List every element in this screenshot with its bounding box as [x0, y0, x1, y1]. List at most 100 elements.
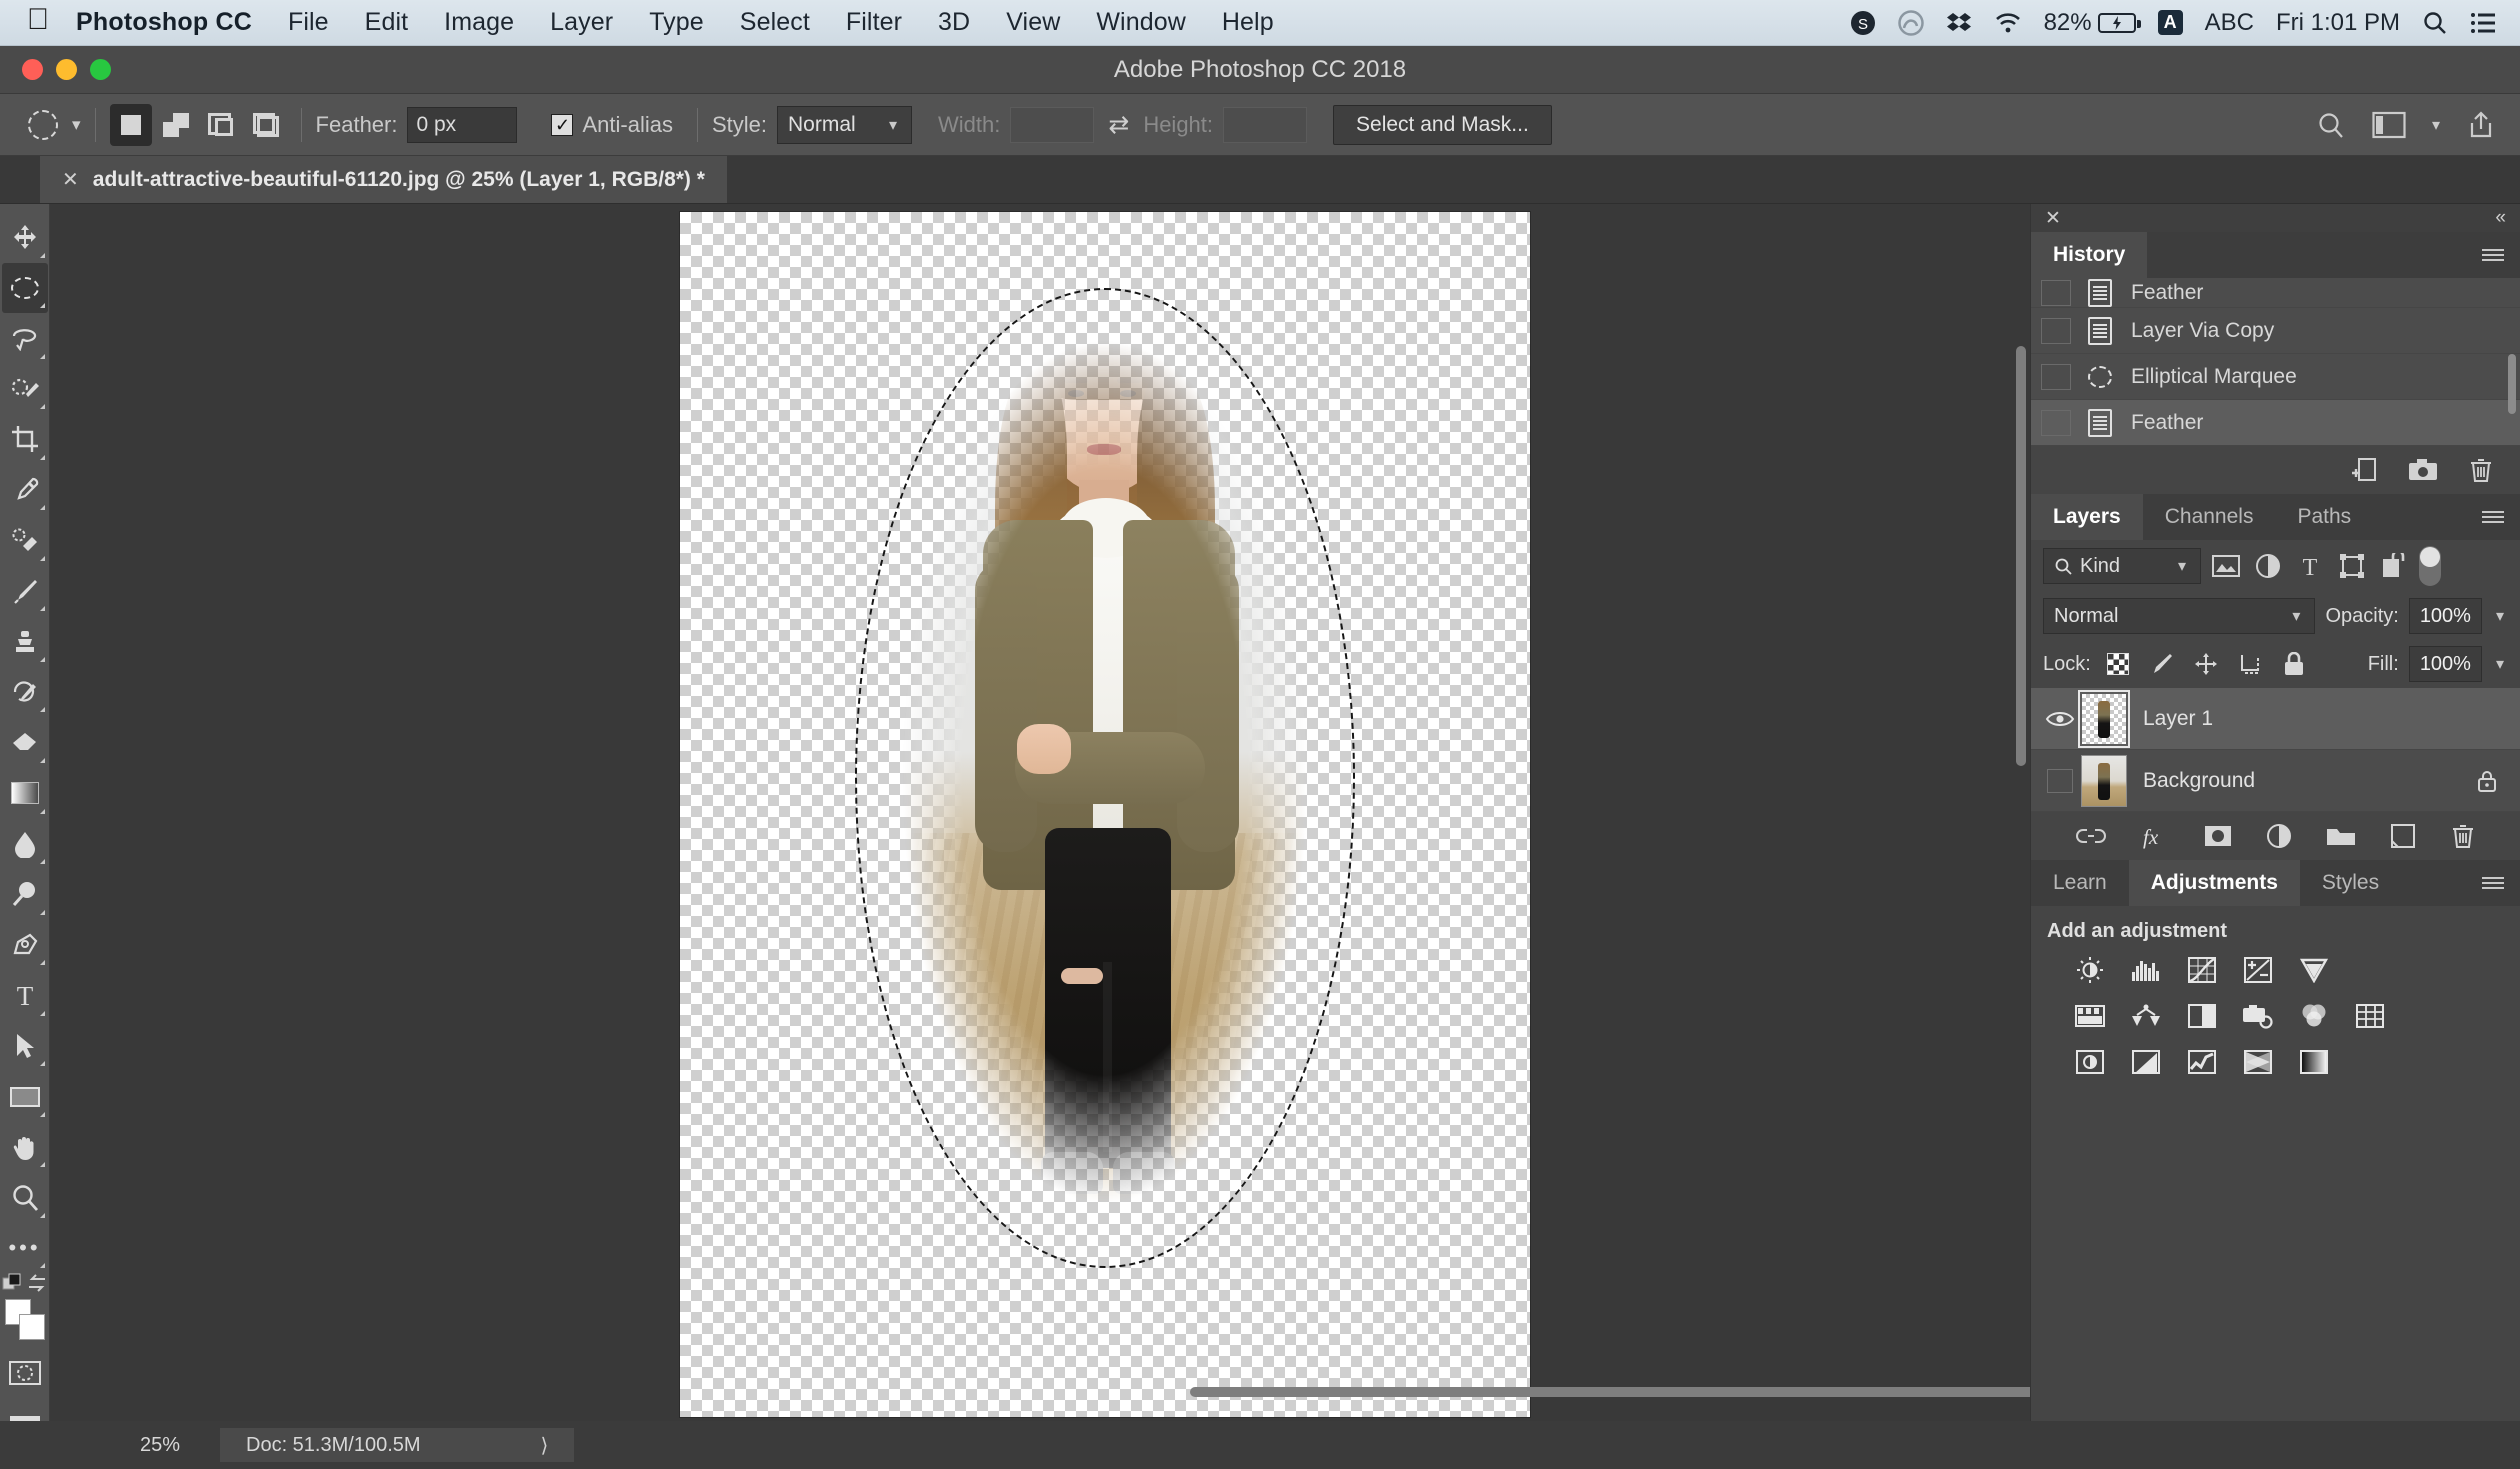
menubar-item-select[interactable]: Select — [740, 8, 810, 37]
layers-list[interactable]: Layer 1 Background — [2031, 688, 2520, 812]
quick-mask-button[interactable] — [2, 1348, 48, 1399]
layer-filter-enable-toggle[interactable] — [2419, 546, 2441, 586]
gradient-map-icon[interactable] — [2241, 1047, 2275, 1077]
wifi-icon[interactable] — [1994, 12, 2022, 34]
hue-saturation-icon[interactable] — [2073, 1001, 2107, 1031]
close-window-button[interactable] — [22, 59, 43, 80]
exposure-icon[interactable] — [2241, 955, 2275, 985]
menubar-item-filter[interactable]: Filter — [846, 8, 902, 37]
tab-styles[interactable]: Styles — [2300, 860, 2401, 906]
collapse-panel-icon[interactable]: « — [2495, 207, 2506, 229]
menubar-item-help[interactable]: Help — [1222, 8, 1274, 37]
feather-input[interactable]: 0 px — [407, 106, 518, 143]
anti-alias-checkbox[interactable] — [551, 113, 574, 136]
lock-artboard-icon[interactable] — [2233, 652, 2267, 676]
tab-paths[interactable]: Paths — [2275, 494, 2373, 540]
select-and-mask-button[interactable]: Select and Mask... — [1333, 104, 1552, 145]
color-swatches[interactable] — [2, 1297, 48, 1348]
apple-logo-icon[interactable]:  — [18, 4, 58, 35]
adjustments-panel-menu-icon[interactable] — [2482, 860, 2520, 906]
tab-history[interactable]: History — [2031, 232, 2148, 278]
dropbox-icon[interactable] — [1946, 11, 1972, 35]
shape-layers-filter-icon[interactable] — [2335, 553, 2369, 579]
swap-arrows-icon[interactable]: ⇄ — [1108, 110, 1129, 140]
history-state-row[interactable]: Layer Via Copy — [2031, 308, 2520, 354]
brush-tool[interactable] — [2, 566, 48, 617]
opacity-value[interactable]: 100% — [2408, 598, 2482, 634]
new-document-from-state-icon[interactable] — [2350, 457, 2378, 483]
menubar-item-edit[interactable]: Edit — [365, 8, 408, 37]
history-state-checkbox[interactable] — [2041, 363, 2071, 390]
input-source-label[interactable]: ABC — [2205, 9, 2254, 37]
tab-learn[interactable]: Learn — [2031, 860, 2129, 906]
minimize-window-button[interactable] — [56, 59, 77, 80]
invert-icon[interactable] — [2073, 1047, 2107, 1077]
edit-toolbar-button[interactable]: ••• — [2, 1223, 48, 1274]
close-icon[interactable]: ✕ — [2045, 207, 2061, 230]
history-states-list[interactable]: Feather Layer Via Copy Elliptical Marque… — [2031, 278, 2520, 446]
menubar-item-layer[interactable]: Layer — [550, 8, 613, 37]
close-icon[interactable]: ✕ — [62, 167, 79, 192]
elliptical-marquee-tool[interactable] — [1, 262, 48, 314]
zoom-tool[interactable] — [2, 1172, 48, 1223]
active-tool-icon[interactable] — [16, 103, 70, 147]
layer-row-background[interactable]: Background — [2031, 750, 2520, 812]
history-state-row[interactable]: Feather — [2031, 400, 2520, 446]
background-color-swatch[interactable] — [18, 1314, 45, 1341]
brightness-contrast-icon[interactable] — [2073, 955, 2107, 985]
lock-all-icon[interactable] — [2277, 652, 2311, 676]
layer-style-fx-icon[interactable]: fx — [2140, 823, 2170, 849]
black-and-white-icon[interactable] — [2185, 1001, 2219, 1031]
new-group-icon[interactable] — [2326, 824, 2356, 848]
swap-colors-icon[interactable] — [26, 1273, 48, 1293]
layer-row-layer-1[interactable]: Layer 1 — [2031, 688, 2520, 750]
style-select[interactable]: Normal ▾ — [777, 105, 912, 144]
maximize-window-button[interactable] — [90, 59, 111, 80]
gradient-tool[interactable] — [2, 768, 48, 819]
clone-stamp-tool[interactable] — [2, 616, 48, 667]
posterize-icon[interactable] — [2129, 1047, 2163, 1077]
spotlight-search-icon[interactable] — [2422, 10, 2448, 36]
layer-name[interactable]: Layer 1 — [2143, 707, 2213, 731]
selective-color-icon[interactable] — [2297, 1047, 2331, 1077]
layer-mask-icon[interactable] — [2204, 824, 2232, 848]
menubar-item-window[interactable]: Window — [1096, 8, 1186, 37]
layer-thumbnail[interactable] — [2078, 689, 2130, 748]
intersect-with-selection-button[interactable] — [245, 104, 287, 146]
subtract-from-selection-button[interactable] — [200, 104, 242, 146]
quick-selection-tool[interactable] — [2, 364, 48, 415]
curves-icon[interactable] — [2185, 955, 2219, 985]
lasso-tool[interactable] — [2, 313, 48, 364]
history-panel-menu-icon[interactable] — [2482, 232, 2520, 278]
spot-healing-brush-tool[interactable] — [2, 515, 48, 566]
eraser-tool[interactable] — [2, 717, 48, 768]
tab-adjustments[interactable]: Adjustments — [2128, 860, 2300, 906]
fill-chevron-down-icon[interactable]: ▾ — [2492, 654, 2508, 674]
battery-status[interactable]: 82% — [2044, 9, 2141, 37]
threshold-icon[interactable] — [2185, 1047, 2219, 1077]
adjustment-layers-filter-icon[interactable] — [2251, 553, 2285, 579]
layer-name[interactable]: Background — [2143, 769, 2255, 793]
history-state-checkbox[interactable] — [2041, 409, 2071, 436]
rectangle-tool[interactable] — [2, 1071, 48, 1122]
history-state-checkbox[interactable] — [2041, 317, 2071, 344]
channel-mixer-icon[interactable] — [2297, 1001, 2331, 1031]
layer-filter-kind-select[interactable]: Kind ▾ — [2043, 548, 2201, 584]
chevron-right-icon[interactable]: ⟩ — [541, 1433, 549, 1458]
creative-cloud-icon[interactable] — [1897, 9, 1924, 36]
link-layers-icon[interactable] — [2075, 826, 2106, 846]
lock-image-pixels-icon[interactable] — [2145, 652, 2179, 676]
layers-panel-menu-icon[interactable] — [2482, 494, 2520, 540]
menubar-item-image[interactable]: Image — [444, 8, 514, 37]
new-layer-icon[interactable] — [2390, 823, 2416, 849]
color-lookup-icon[interactable] — [2353, 1001, 2387, 1031]
type-layers-filter-icon[interactable]: T — [2293, 553, 2327, 579]
new-snapshot-icon[interactable] — [2408, 458, 2438, 482]
menubar-clock[interactable]: Fri 1:01 PM — [2276, 9, 2400, 37]
search-icon[interactable] — [2316, 110, 2346, 140]
history-scrollbar[interactable] — [2508, 284, 2516, 434]
history-state-checkbox[interactable] — [2041, 279, 2071, 306]
smart-object-filter-icon[interactable] — [2377, 553, 2411, 579]
color-balance-icon[interactable] — [2129, 1001, 2163, 1031]
menubar-item-type[interactable]: Type — [649, 8, 704, 37]
